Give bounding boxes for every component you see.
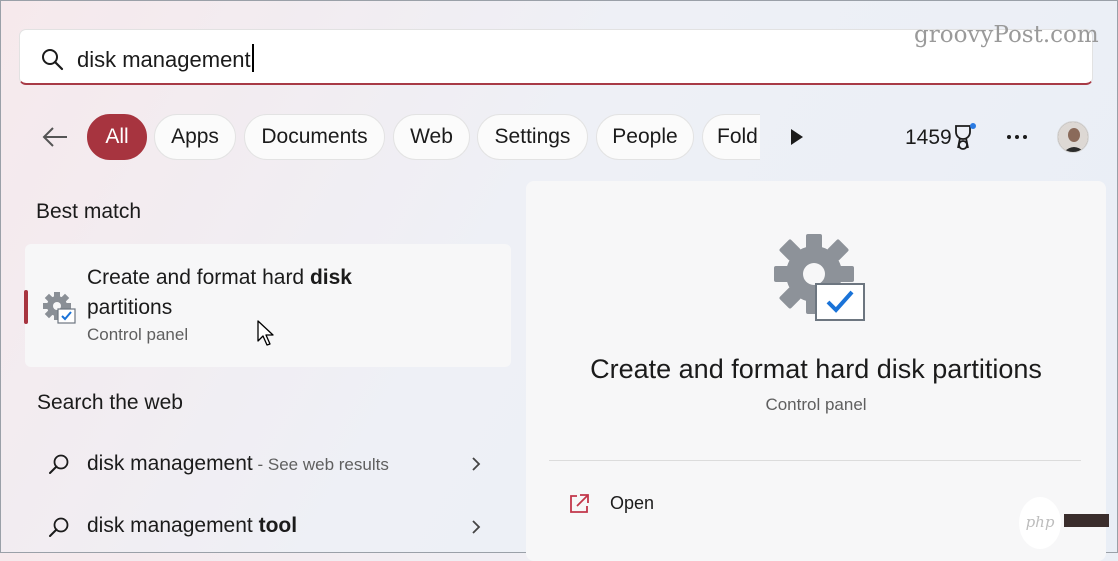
best-match-title: Create and format hard disk partitions: [87, 266, 352, 319]
detail-title: Create and format hard disk partitions: [590, 354, 1042, 384]
back-arrow-icon[interactable]: [40, 122, 70, 152]
open-external-icon[interactable]: [568, 493, 590, 515]
web-result-text: disk management - See web results: [87, 452, 389, 475]
best-match-subtitle: Control panel: [87, 325, 189, 344]
selection-indicator: [24, 290, 28, 324]
filter-documents[interactable]: Documents: [244, 114, 385, 160]
filter-folders[interactable]: Fold: [702, 114, 760, 160]
avatar[interactable]: [1057, 121, 1089, 153]
scroll-right-icon[interactable]: [789, 128, 805, 146]
filter-web[interactable]: Web: [393, 114, 470, 160]
filter-apps[interactable]: Apps: [154, 114, 236, 160]
mouse-cursor-icon: [257, 320, 274, 346]
php-watermark-badge: php: [1019, 497, 1061, 549]
chevron-right-icon: [472, 520, 481, 534]
rewards-points: 1459: [905, 126, 952, 149]
more-options-icon[interactable]: [1004, 125, 1030, 149]
open-action-button[interactable]: Open: [610, 493, 654, 514]
control-panel-gear-icon: [43, 292, 76, 324]
best-match-heading: Best match: [36, 200, 142, 223]
chevron-right-icon: [472, 457, 481, 471]
text-caret: [251, 44, 254, 72]
divider: [549, 460, 1081, 461]
filter-settings[interactable]: Settings: [477, 114, 588, 160]
search-icon: [49, 454, 69, 474]
trophy-icon[interactable]: [951, 123, 977, 151]
search-query[interactable]: disk management: [77, 44, 254, 73]
watermark-bar: [1064, 514, 1109, 527]
filter-all[interactable]: All: [87, 114, 147, 160]
search-icon: [42, 49, 64, 71]
watermark: groovyPost.com: [914, 22, 1099, 48]
search-icon: [49, 517, 69, 537]
search-web-heading: Search the web: [37, 391, 183, 414]
control-panel-gear-icon: [774, 234, 865, 321]
web-result-text: disk management tool: [87, 514, 298, 537]
filter-people[interactable]: People: [596, 114, 694, 160]
detail-subtitle: Control panel: [765, 395, 867, 414]
